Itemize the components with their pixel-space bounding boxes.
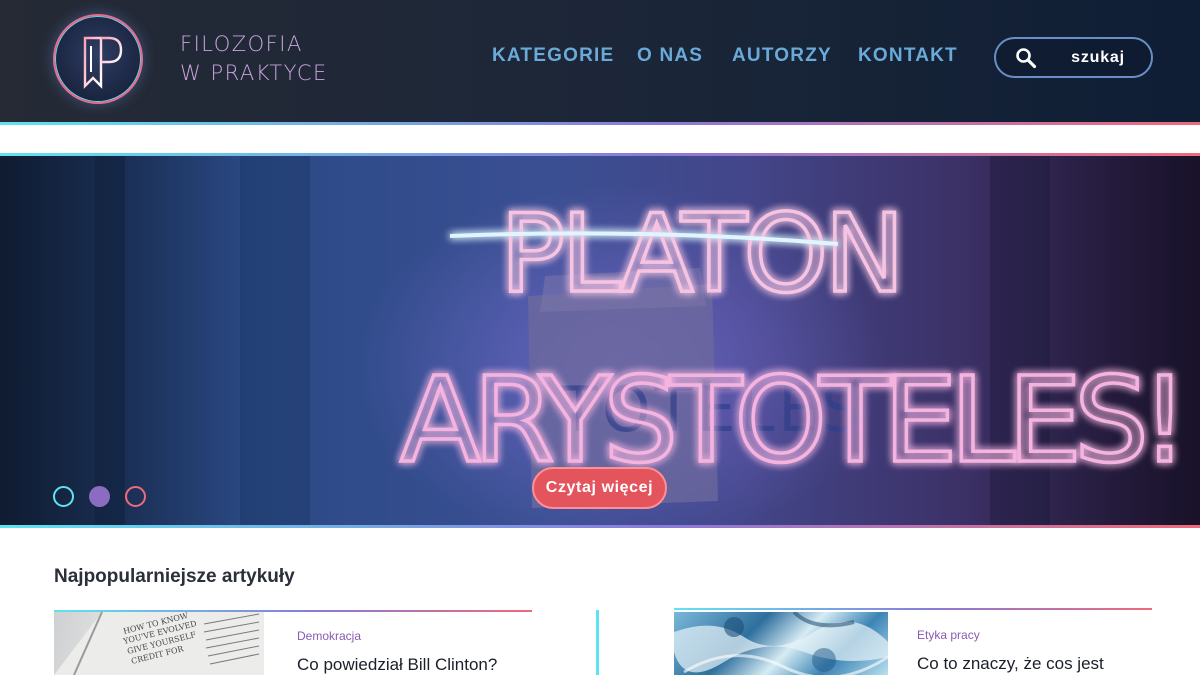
nav-item-o-nas[interactable]: O NAS	[637, 45, 703, 67]
logo-line-1: Filozofia	[180, 32, 303, 56]
search-icon[interactable]	[1015, 47, 1037, 69]
neon-platon-text: PLATON	[500, 192, 901, 317]
search-box[interactable]	[994, 37, 1153, 78]
cards-divider	[596, 610, 599, 675]
logo-wordmark[interactable]: Filozofia W praktyce	[180, 30, 330, 88]
header-gradient-divider	[0, 122, 1200, 125]
abstract-marble-image	[674, 612, 888, 675]
nav-item-kontakt[interactable]: KONTAKT	[858, 45, 958, 67]
read-more-button[interactable]: Czytaj więcej	[532, 467, 667, 509]
slider-dot-2[interactable]	[89, 486, 110, 507]
article-2-category[interactable]: Etyka pracy	[917, 628, 980, 642]
book-page-image: HOW TO KNOW YOU'VE EVOLVED GIVE YOURSELF…	[54, 612, 264, 675]
logo-emblem[interactable]	[53, 14, 143, 104]
neon-arystoteles-text: ARYSTOTELES!	[400, 351, 1180, 489]
hero-bottom-border	[0, 525, 1200, 528]
bookmark-fp-monogram-icon	[83, 36, 123, 89]
site-header: Filozofia W praktyce KATEGORIE O NAS AUT…	[0, 0, 1200, 122]
article-1-thumbnail[interactable]: HOW TO KNOW YOU'VE EVOLVED GIVE YOURSELF…	[54, 612, 264, 675]
slider-dot-1[interactable]	[53, 486, 74, 507]
article-1-title[interactable]: Co powiedział Bill Clinton?	[297, 655, 497, 675]
slider-dot-3[interactable]	[125, 486, 146, 507]
card-2-top-border	[674, 608, 1152, 610]
nav-item-kategorie[interactable]: KATEGORIE	[492, 45, 614, 67]
nav-item-autorzy[interactable]: AUTORZY	[732, 45, 832, 67]
article-2-thumbnail[interactable]	[674, 612, 888, 675]
article-2-title[interactable]: Co to znaczy, że cos jest	[917, 654, 1104, 674]
search-input[interactable]	[1048, 39, 1148, 76]
logo-line-2: W praktyce	[180, 61, 328, 85]
article-1-category[interactable]: Demokracja	[297, 629, 361, 643]
section-title: Najpopularniejsze artykuły	[54, 566, 295, 587]
